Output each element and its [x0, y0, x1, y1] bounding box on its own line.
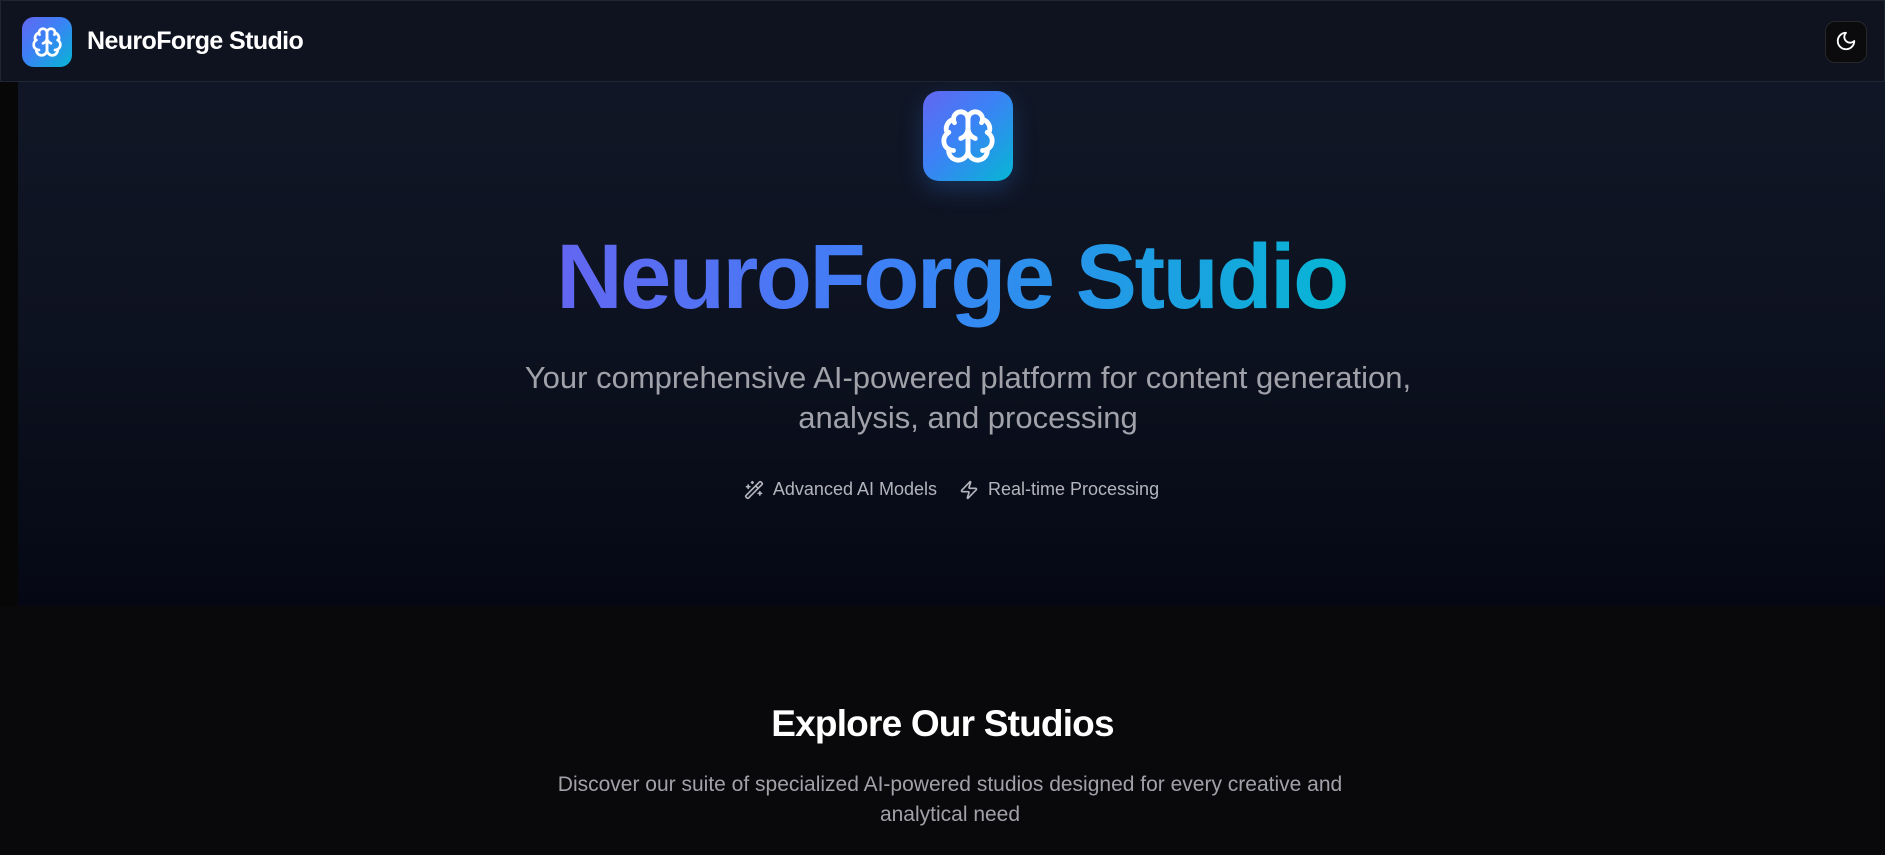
studios-section-title: Explore Our Studios — [771, 703, 1114, 744]
top-navbar: NeuroForge Studio — [0, 0, 1885, 82]
hero-subtitle: Your comprehensive AI-powered platform f… — [524, 360, 1412, 435]
feature-item-advanced-ai: Advanced AI Models — [744, 479, 937, 500]
hero-section: NeuroForge Studio Your comprehensive AI-… — [18, 0, 1885, 606]
app-name-link[interactable]: NeuroForge Studio — [87, 27, 304, 56]
zap-icon — [959, 480, 979, 500]
hero-brain-icon — [923, 91, 1013, 181]
theme-toggle-button[interactable] — [1825, 21, 1867, 63]
left-edge-strip — [0, 0, 18, 606]
feature-label: Advanced AI Models — [772, 479, 938, 499]
hero-title-text: NeuroForge Studio — [556, 226, 1349, 328]
hero-title: NeuroForge Studio — [18, 222, 1885, 332]
brain-icon[interactable] — [22, 17, 72, 67]
studios-section-description: Discover our suite of specialized AI-pow… — [557, 773, 1343, 826]
feature-list: Advanced AI Models Real-time Processing — [18, 479, 1885, 500]
feature-label: Real-time Processing — [988, 479, 1160, 499]
sparkles-icon — [744, 480, 764, 500]
moon-icon — [1835, 30, 1857, 55]
app-root: NeuroForge Studio Your comprehensive AI-… — [0, 0, 1885, 855]
feature-item-realtime: Real-time Processing — [959, 479, 1159, 500]
